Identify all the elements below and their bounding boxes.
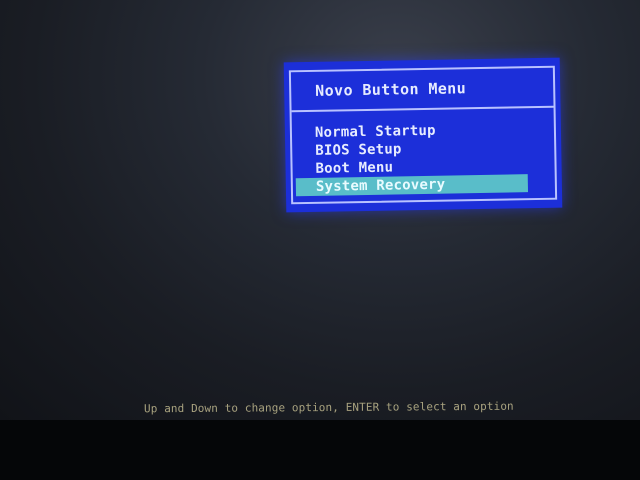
monitor-screen: Novo Button Menu Normal Startup BIOS Set… bbox=[0, 0, 640, 420]
menu-options: Normal Startup BIOS Setup Boot Menu Syst… bbox=[295, 120, 529, 197]
novo-button-menu: Novo Button Menu Normal Startup BIOS Set… bbox=[283, 57, 563, 213]
menu-title: Novo Button Menu bbox=[315, 79, 467, 100]
navigation-hint: Up and Down to change option, ENTER to s… bbox=[143, 399, 514, 416]
monitor-bezel bbox=[0, 420, 640, 480]
